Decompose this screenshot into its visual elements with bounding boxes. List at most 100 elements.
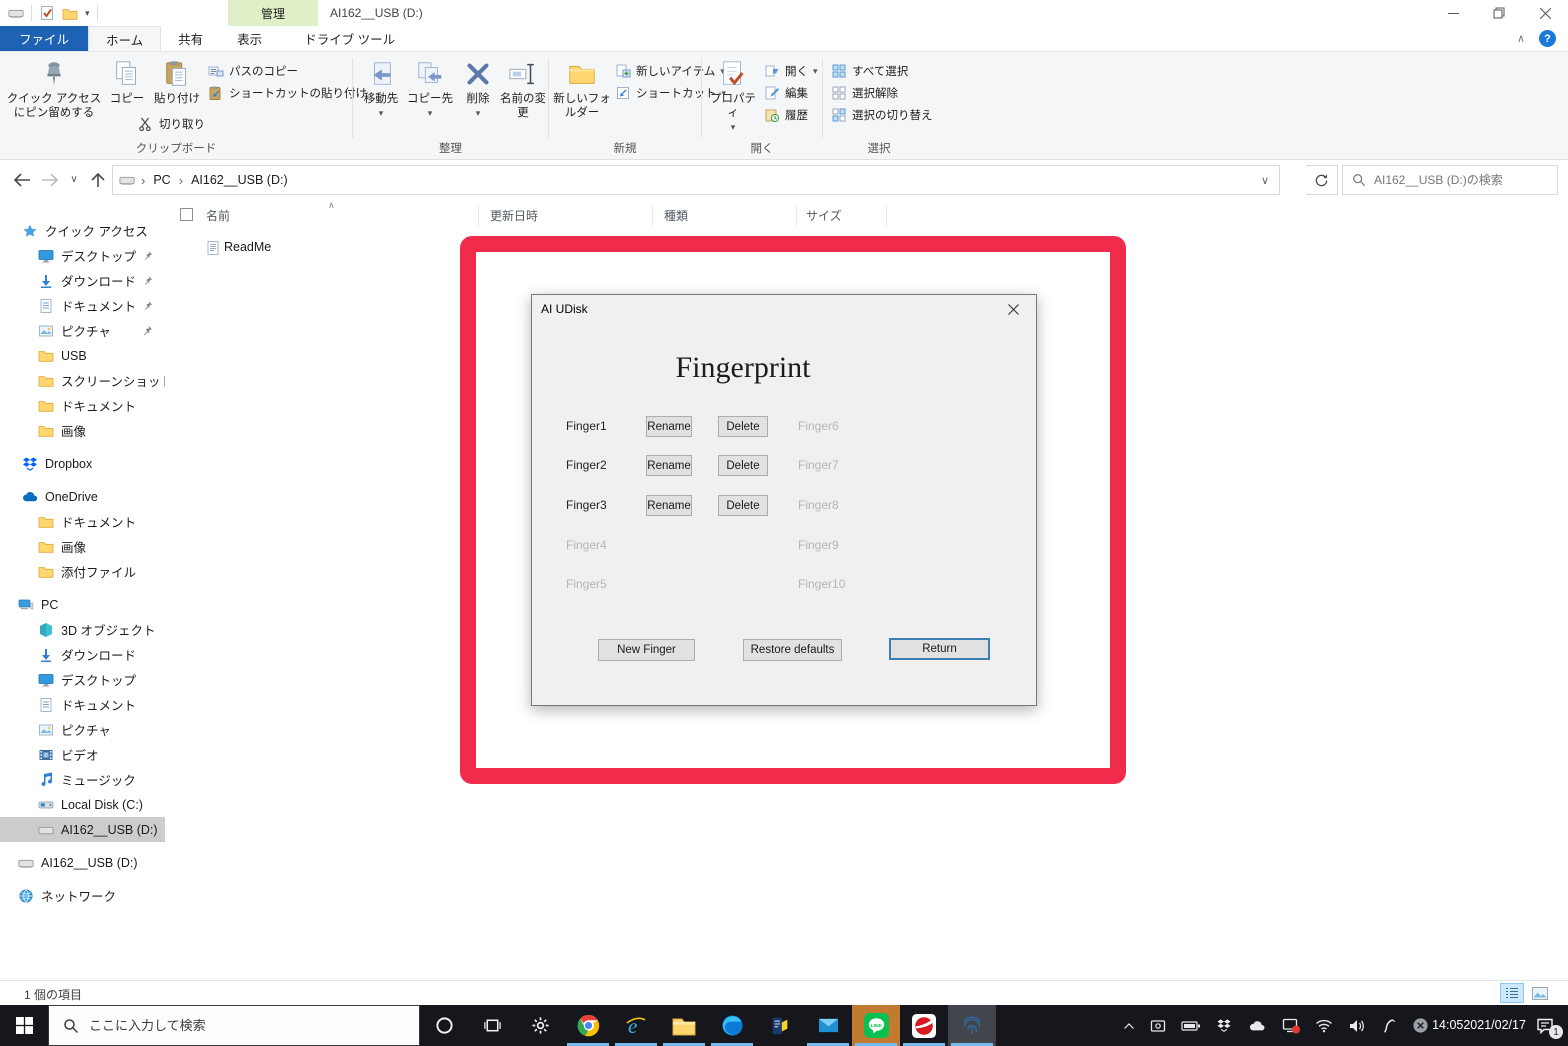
rename-finger1-button[interactable]: Rename bbox=[646, 416, 692, 437]
tab-file[interactable]: ファイル bbox=[0, 26, 88, 51]
sidebar-item-images-folder[interactable]: 画像 bbox=[0, 418, 165, 443]
dialog-title-bar[interactable]: AI UDisk bbox=[532, 295, 1036, 323]
sidebar-item-pc-videos[interactable]: ビデオ bbox=[0, 742, 165, 767]
column-header-date[interactable]: 更新日時 bbox=[490, 207, 538, 224]
internet-explorer-icon[interactable]: e bbox=[612, 1005, 660, 1046]
line-app-icon[interactable]: LINE bbox=[852, 1005, 900, 1046]
new-folder-button[interactable]: 新しいフォルダー bbox=[553, 55, 611, 120]
sidebar-item-usb-folder[interactable]: USB bbox=[0, 343, 165, 368]
recent-locations-icon[interactable]: ∨ bbox=[64, 166, 84, 194]
return-button[interactable]: Return bbox=[889, 638, 990, 660]
column-header-type[interactable]: 種類 bbox=[664, 207, 688, 224]
task-view-button[interactable] bbox=[468, 1005, 516, 1046]
invert-selection-button[interactable]: 選択の切り替え bbox=[831, 105, 933, 125]
sidebar-item-onedrive-documents[interactable]: ドキュメント bbox=[0, 509, 165, 534]
open-button[interactable]: 開く ▾ bbox=[764, 61, 818, 81]
edit-button[interactable]: 編集 bbox=[764, 83, 808, 103]
sidebar-item-desktop[interactable]: デスクトップ bbox=[0, 243, 165, 268]
new-finger-button[interactable]: New Finger bbox=[598, 639, 695, 661]
sidebar-item-local-disk-c[interactable]: Local Disk (C:) bbox=[0, 792, 165, 817]
tab-home[interactable]: ホーム bbox=[88, 26, 161, 51]
sidebar-item-documents[interactable]: ドキュメント bbox=[0, 293, 165, 318]
notes-app-icon[interactable] bbox=[756, 1005, 804, 1046]
select-all-checkbox[interactable] bbox=[180, 208, 193, 221]
tab-view[interactable]: 表示 bbox=[220, 26, 279, 51]
help-icon[interactable]: ? bbox=[1539, 30, 1556, 47]
copy-to-button[interactable]: コピー先 ▾ bbox=[405, 55, 455, 117]
sidebar-item-onedrive-images[interactable]: 画像 bbox=[0, 534, 165, 559]
select-all-button[interactable]: すべて選択 bbox=[831, 61, 908, 81]
context-tab-manage[interactable]: 管理 bbox=[228, 0, 318, 26]
search-box[interactable] bbox=[1342, 165, 1558, 195]
forward-button[interactable] bbox=[36, 166, 64, 194]
sidebar-item-dropbox[interactable]: Dropbox bbox=[0, 451, 165, 476]
onedrive-tray-icon[interactable] bbox=[1240, 1005, 1274, 1046]
breadcrumb-pc[interactable]: PC bbox=[151, 173, 172, 187]
sidebar-item-pc-pictures[interactable]: ピクチャ bbox=[0, 717, 165, 742]
sidebar-item-documents-folder[interactable]: ドキュメント bbox=[0, 393, 165, 418]
dropbox-tray-icon[interactable] bbox=[1208, 1005, 1240, 1046]
sidebar-item-3d-objects[interactable]: 3D オブジェクト bbox=[0, 617, 165, 642]
rename-finger3-button[interactable]: Rename bbox=[646, 495, 692, 516]
sidebar-item-pc-downloads[interactable]: ダウンロード bbox=[0, 642, 165, 667]
file-explorer-icon[interactable] bbox=[660, 1005, 708, 1046]
select-none-button[interactable]: 選択解除 bbox=[831, 83, 898, 103]
address-dropdown-icon[interactable]: ∨ bbox=[1261, 174, 1273, 187]
sidebar-item-pc-documents[interactable]: ドキュメント bbox=[0, 692, 165, 717]
edge-icon[interactable] bbox=[708, 1005, 756, 1046]
collapse-ribbon-icon[interactable]: ∧ bbox=[1517, 32, 1525, 45]
sidebar-item-pc-music[interactable]: ミュージック bbox=[0, 767, 165, 792]
column-header-size[interactable]: サイズ bbox=[806, 207, 842, 224]
restore-button[interactable] bbox=[1476, 0, 1522, 26]
taskbar-search-input[interactable] bbox=[89, 1018, 369, 1033]
rename-finger2-button[interactable]: Rename bbox=[646, 455, 692, 476]
address-box[interactable]: › PC › AI162__USB (D:) ∨ bbox=[112, 165, 1280, 195]
search-input[interactable] bbox=[1374, 173, 1524, 187]
refresh-button[interactable] bbox=[1306, 165, 1338, 195]
up-button[interactable] bbox=[84, 166, 112, 194]
tab-share[interactable]: 共有 bbox=[161, 26, 220, 51]
cut-button[interactable]: 切り取り bbox=[138, 114, 205, 134]
column-header-name[interactable]: 名前 bbox=[206, 207, 230, 224]
volume-icon[interactable] bbox=[1340, 1005, 1374, 1046]
wireless-display-icon[interactable] bbox=[1142, 1005, 1174, 1046]
thumbnail-view-toggle[interactable] bbox=[1528, 983, 1552, 1003]
mail-icon[interactable] bbox=[804, 1005, 852, 1046]
move-to-button[interactable]: 移動先 ▾ bbox=[357, 55, 405, 117]
windows-ink-pen-icon[interactable] bbox=[1374, 1005, 1404, 1046]
new-folder-icon[interactable] bbox=[62, 7, 78, 20]
sidebar-item-network[interactable]: ネットワーク bbox=[0, 883, 165, 908]
sidebar-item-screenshots-folder[interactable]: スクリーンショット bbox=[0, 368, 165, 393]
properties-icon[interactable] bbox=[39, 5, 55, 21]
history-button[interactable]: 履歴 bbox=[764, 105, 808, 125]
delete-finger1-button[interactable]: Delete bbox=[718, 416, 768, 437]
battery-icon[interactable] bbox=[1174, 1005, 1208, 1046]
minimize-button[interactable] bbox=[1430, 0, 1476, 26]
paste-shortcut-button[interactable]: ショートカットの貼り付け bbox=[208, 83, 367, 103]
taskbar-clock[interactable]: 14:05 2021/02/17 bbox=[1436, 1005, 1522, 1046]
start-button[interactable] bbox=[0, 1005, 48, 1046]
details-view-toggle[interactable] bbox=[1500, 983, 1524, 1003]
taskbar-search[interactable] bbox=[48, 1005, 420, 1046]
copy-button[interactable]: コピー bbox=[104, 55, 150, 106]
delete-finger3-button[interactable]: Delete bbox=[718, 495, 768, 516]
tab-drive-tools[interactable]: ドライブ ツール bbox=[287, 26, 412, 51]
sidebar-item-downloads[interactable]: ダウンロード bbox=[0, 268, 165, 293]
show-hidden-icons-button[interactable] bbox=[1116, 1005, 1142, 1046]
sidebar-item-usb-drive-root[interactable]: AI162__USB (D:) bbox=[0, 850, 165, 875]
delete-button[interactable]: 削除 ▾ bbox=[457, 55, 499, 117]
restore-defaults-button[interactable]: Restore defaults bbox=[743, 639, 842, 661]
dialog-close-button[interactable] bbox=[991, 295, 1036, 323]
action-center-button[interactable]: 1 bbox=[1522, 1005, 1568, 1046]
rename-button[interactable]: 名前の変更 bbox=[499, 55, 547, 120]
sidebar-item-onedrive-attachments[interactable]: 添付ファイル bbox=[0, 559, 165, 584]
sidebar-item-onedrive[interactable]: OneDrive bbox=[0, 484, 165, 509]
sidebar-item-pc[interactable]: PC bbox=[0, 592, 165, 617]
close-button[interactable] bbox=[1522, 0, 1568, 26]
cortana-button[interactable] bbox=[420, 1005, 468, 1046]
pin-to-quick-access-button[interactable]: クイック アクセスにピン留めする bbox=[4, 55, 104, 120]
trend-micro-icon[interactable] bbox=[900, 1005, 948, 1046]
properties-button[interactable]: プロパティ ▾ bbox=[706, 55, 760, 131]
qat-dropdown-icon[interactable]: ▾ bbox=[85, 9, 90, 17]
copy-path-button[interactable]: パスのコピー bbox=[208, 61, 298, 81]
